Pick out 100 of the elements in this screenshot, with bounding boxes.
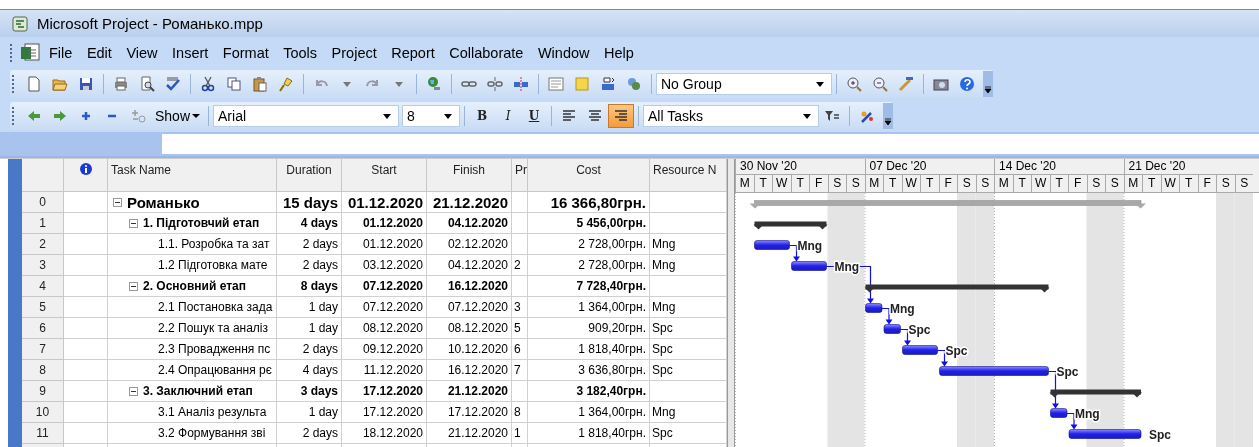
filter-dropdown[interactable]: All Tasks xyxy=(643,105,820,127)
task-bar[interactable] xyxy=(883,324,901,334)
task-bar[interactable] xyxy=(1068,429,1142,439)
table-cell: 16 366,80грн. xyxy=(550,193,646,211)
globe-icon[interactable] xyxy=(426,76,442,92)
indent-icon[interactable] xyxy=(52,108,68,124)
zoom-out-icon[interactable] xyxy=(872,76,888,92)
task-bar[interactable] xyxy=(791,261,827,271)
document-icon[interactable] xyxy=(19,41,41,64)
summary-bar[interactable] xyxy=(864,284,1050,293)
menu-item[interactable]: Window xyxy=(537,44,590,61)
column-header[interactable]: Finish xyxy=(427,159,512,192)
print-preview-icon[interactable] xyxy=(139,76,155,92)
publish-icon[interactable] xyxy=(626,76,642,92)
help-icon[interactable] xyxy=(959,76,975,92)
table-cell: 5 xyxy=(514,321,521,335)
save-icon[interactable] xyxy=(78,76,94,92)
unlink-icon[interactable] xyxy=(487,76,503,92)
font-size-dropdown[interactable]: 8 xyxy=(402,105,461,127)
picture-icon[interactable] xyxy=(933,76,949,92)
column-header[interactable]: Pr xyxy=(512,159,528,192)
table-cell: 04.12.2020 xyxy=(447,216,508,230)
entry-field[interactable] xyxy=(162,134,1259,154)
align-right-icon[interactable] xyxy=(613,108,630,124)
timescale-day: T xyxy=(790,175,809,192)
task-bar[interactable] xyxy=(1050,408,1068,418)
menu-item[interactable]: Insert xyxy=(172,44,209,61)
summary-bar[interactable] xyxy=(753,221,828,230)
align-left-icon[interactable] xyxy=(561,108,578,124)
row-number[interactable]: 11 xyxy=(22,423,64,444)
column-header[interactable]: Duration xyxy=(277,159,342,192)
menu-item[interactable]: Edit xyxy=(86,44,112,61)
row-number[interactable]: 5 xyxy=(22,297,64,318)
dropdown-arrow-icon[interactable] xyxy=(815,79,825,89)
cut-icon[interactable] xyxy=(200,76,216,92)
print-icon[interactable] xyxy=(113,76,129,92)
column-header[interactable]: Start xyxy=(342,159,427,192)
row-number[interactable]: 7 xyxy=(22,339,64,360)
open-folder-icon[interactable] xyxy=(52,76,68,92)
task-name: 1. Підготовчий етап xyxy=(143,216,260,230)
table-cell: 7 xyxy=(514,363,521,377)
row-number[interactable]: 9 xyxy=(22,381,64,402)
new-document-icon[interactable] xyxy=(26,76,42,92)
assign-icon[interactable] xyxy=(600,76,616,92)
text-style-button[interactable]: U xyxy=(521,104,548,128)
summary-bar[interactable] xyxy=(1049,389,1142,398)
show-button[interactable]: Show xyxy=(151,104,205,128)
column-header[interactable]: Resource N xyxy=(650,159,727,192)
resource-label: Mng xyxy=(890,301,915,316)
dropdown-arrow-icon[interactable] xyxy=(802,111,813,121)
paste-icon[interactable] xyxy=(252,76,268,92)
menu-item[interactable]: Collaborate xyxy=(449,44,524,61)
row-number[interactable]: 3 xyxy=(22,255,64,276)
group-dropdown[interactable]: No Group xyxy=(656,73,832,95)
table-cell: 4 days xyxy=(302,363,338,377)
menu-item[interactable]: Help xyxy=(604,44,634,61)
format-painter-icon[interactable] xyxy=(278,76,294,92)
split-icon[interactable] xyxy=(513,76,529,92)
task-bar[interactable] xyxy=(865,303,883,313)
spelling-icon[interactable] xyxy=(165,76,181,92)
font-dropdown[interactable]: Arial xyxy=(213,105,400,127)
dropdown-arrow-icon[interactable] xyxy=(382,111,393,121)
menu-item[interactable]: Report xyxy=(391,44,435,61)
menu-item[interactable]: Tools xyxy=(283,44,318,61)
copy-icon[interactable] xyxy=(226,76,242,92)
row-number[interactable]: 6 xyxy=(22,318,64,339)
text-style-button[interactable]: I xyxy=(495,104,522,128)
caret-icon[interactable] xyxy=(192,112,201,120)
row-number[interactable]: 10 xyxy=(22,402,64,423)
toolbar-options-icon[interactable] xyxy=(883,103,894,129)
row-number[interactable]: 0 xyxy=(22,192,64,213)
collapse-icon[interactable] xyxy=(129,386,138,396)
column-header[interactable]: Task Name xyxy=(108,159,277,192)
menu-item[interactable]: Project xyxy=(331,44,377,61)
row-number[interactable]: 1 xyxy=(22,213,64,234)
outdent-icon[interactable] xyxy=(26,108,42,124)
zoom-in-icon[interactable] xyxy=(846,76,862,92)
toolbar-options-icon[interactable] xyxy=(983,71,993,97)
task-bar[interactable] xyxy=(902,345,938,355)
collapse-icon[interactable] xyxy=(129,281,138,291)
align-center-icon[interactable] xyxy=(587,108,604,124)
collapse-icon[interactable] xyxy=(113,197,122,207)
menu-item[interactable]: View xyxy=(126,44,158,61)
task-bar[interactable] xyxy=(754,240,790,250)
table-cell: 1 xyxy=(514,426,521,440)
row-number[interactable]: 8 xyxy=(22,360,64,381)
text-style-button[interactable]: B xyxy=(469,104,496,128)
menu-item[interactable]: Format xyxy=(222,44,269,61)
wand-icon[interactable] xyxy=(898,76,914,92)
row-number[interactable]: 2 xyxy=(22,234,64,255)
collapse-icon[interactable] xyxy=(129,218,138,228)
dropdown-arrow-icon[interactable] xyxy=(443,111,454,121)
align-button[interactable] xyxy=(608,104,635,128)
menu-item[interactable]: File xyxy=(49,44,73,61)
row-number[interactable]: 4 xyxy=(22,276,64,297)
column-header[interactable]: Cost xyxy=(528,159,650,192)
task-name: 1.2 Підготовка мате xyxy=(158,258,268,272)
table-cell: 21.12.2020 xyxy=(447,384,508,398)
table-cell: 01.12.2020 xyxy=(362,216,423,230)
timescale-day: S xyxy=(1216,175,1235,192)
